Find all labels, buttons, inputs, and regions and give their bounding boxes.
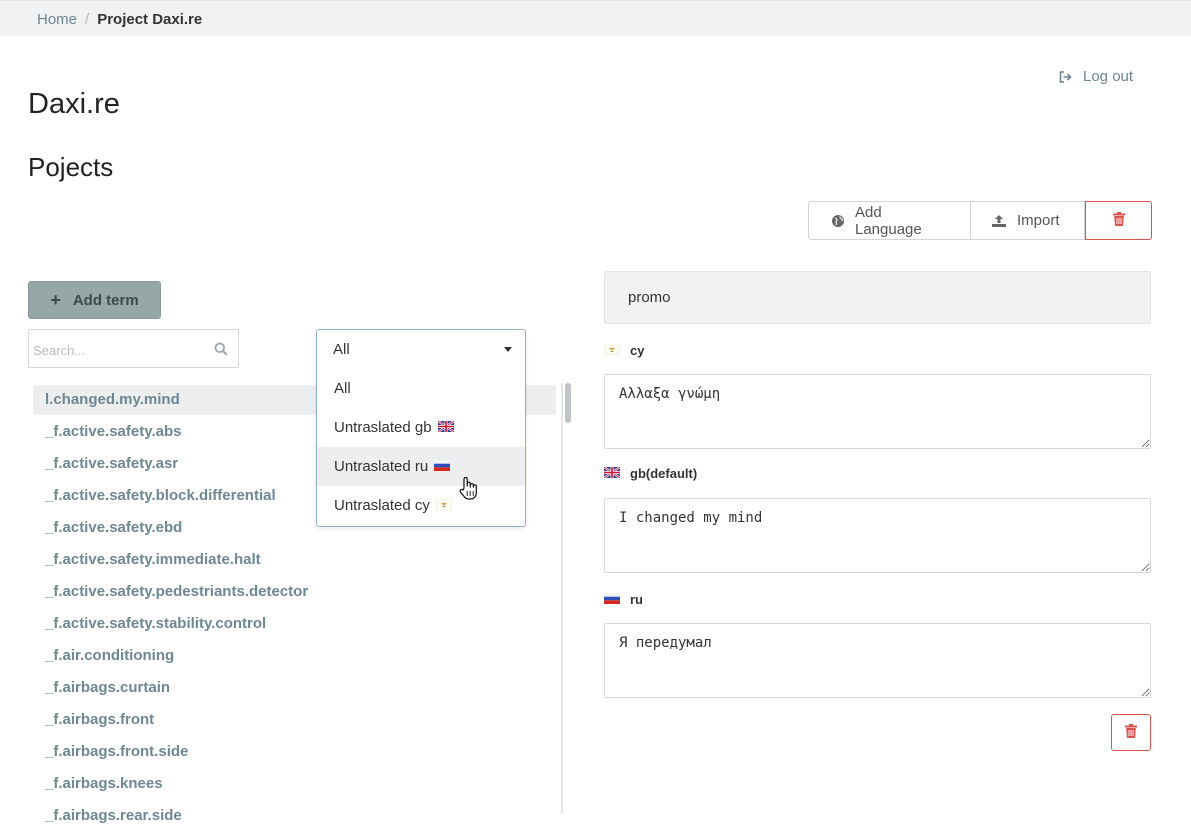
add-language-label: Add Language — [855, 203, 922, 238]
cy-flag-icon — [603, 343, 621, 358]
translation-label-cy: cy — [603, 343, 645, 358]
gb-flag-icon — [603, 466, 621, 481]
default-marker: (default) — [645, 466, 698, 481]
translation-input-ru[interactable]: Я передумал — [604, 623, 1151, 698]
term-list-item[interactable]: _f.active.safety.immediate.halt — [33, 544, 556, 576]
plus-icon: + — [50, 289, 61, 310]
translation-input-cy[interactable]: Αλλαξα γνώμη — [604, 374, 1151, 449]
project-toolbar: Add Language Import — [808, 201, 1152, 240]
delete-project-button[interactable] — [1085, 201, 1152, 240]
filter-option-untranslated-ru[interactable]: Untraslated ru — [317, 447, 525, 486]
search-input[interactable] — [31, 338, 205, 362]
filter-option-label: All — [334, 380, 351, 397]
ru-flag-icon — [604, 592, 620, 607]
translation-code: gb — [630, 466, 646, 481]
translation-input-gb[interactable]: I changed my mind — [604, 498, 1151, 573]
upload-icon — [991, 214, 1007, 228]
gb-flag-icon — [436, 419, 455, 436]
import-label: Import — [1017, 212, 1060, 229]
search-box — [28, 329, 239, 368]
term-list-item[interactable]: _f.airbags.front — [33, 704, 556, 736]
translation-label-ru: ru — [604, 592, 643, 607]
add-term-label: Add term — [72, 291, 139, 309]
filter-option-label: Untraslated ru — [334, 458, 429, 475]
term-list-item[interactable]: _f.air.conditioning — [33, 640, 556, 672]
trash-icon — [1112, 211, 1125, 230]
translation-label-gb: gb (default) — [603, 466, 698, 481]
term-list-item[interactable]: _f.active.safety.stability.control — [33, 608, 556, 640]
breadcrumb-separator: / — [85, 11, 90, 28]
filter-selected-value: All — [333, 341, 350, 358]
sign-out-icon — [1059, 70, 1072, 83]
breadcrumb-home-link[interactable]: Home — [37, 11, 77, 28]
term-list-item[interactable]: _f.airbags.knees — [33, 768, 556, 800]
term-list-scrollbar[interactable] — [565, 383, 571, 423]
add-language-button[interactable]: Add Language — [808, 201, 971, 240]
import-button[interactable]: Import — [971, 201, 1085, 240]
term-key-field[interactable]: promo — [604, 271, 1151, 324]
search-icon[interactable] — [214, 342, 228, 360]
cy-flag-icon — [435, 497, 453, 514]
breadcrumb: Home / Project Daxi.re — [37, 11, 202, 28]
filter-option-label: Untraslated cy — [334, 497, 430, 514]
filter-select-current[interactable]: All — [317, 330, 525, 369]
trash-icon — [1125, 723, 1137, 742]
breadcrumb-bar: Home / Project Daxi.re — [0, 0, 1191, 36]
term-list-item[interactable]: _f.active.safety.pedestriants.detector — [33, 576, 556, 608]
delete-term-button[interactable] — [1111, 714, 1151, 751]
caret-down-icon — [504, 347, 512, 352]
term-list-item[interactable]: _f.airbags.curtain — [33, 672, 556, 704]
filter-option-label: Untraslated gb — [334, 419, 432, 436]
ru-flag-icon — [434, 458, 451, 475]
section-title: Pojects — [28, 152, 114, 182]
app-title: Daxi.re — [28, 88, 120, 120]
filter-select[interactable]: All All Untraslated gb Untraslated ru Un… — [316, 329, 526, 527]
add-term-button[interactable]: + Add term — [28, 281, 161, 319]
logout-button[interactable]: Log out — [1059, 68, 1133, 85]
logout-label: Log out — [1083, 68, 1134, 85]
term-list-scroll-track[interactable] — [561, 383, 563, 814]
term-list-item[interactable]: _f.airbags.front.side — [33, 736, 556, 768]
filter-option-untranslated-gb[interactable]: Untraslated gb — [317, 408, 525, 447]
translation-code: cy — [630, 343, 645, 358]
filter-option-all[interactable]: All — [317, 369, 525, 408]
filter-option-untranslated-cy[interactable]: Untraslated cy — [317, 486, 525, 525]
hand-cursor-icon — [458, 476, 480, 506]
translation-code: ru — [630, 592, 643, 607]
globe-icon — [831, 214, 845, 228]
term-list-item[interactable]: _f.airbags.rear.side — [33, 800, 556, 832]
breadcrumb-current: Project Daxi.re — [97, 11, 203, 28]
